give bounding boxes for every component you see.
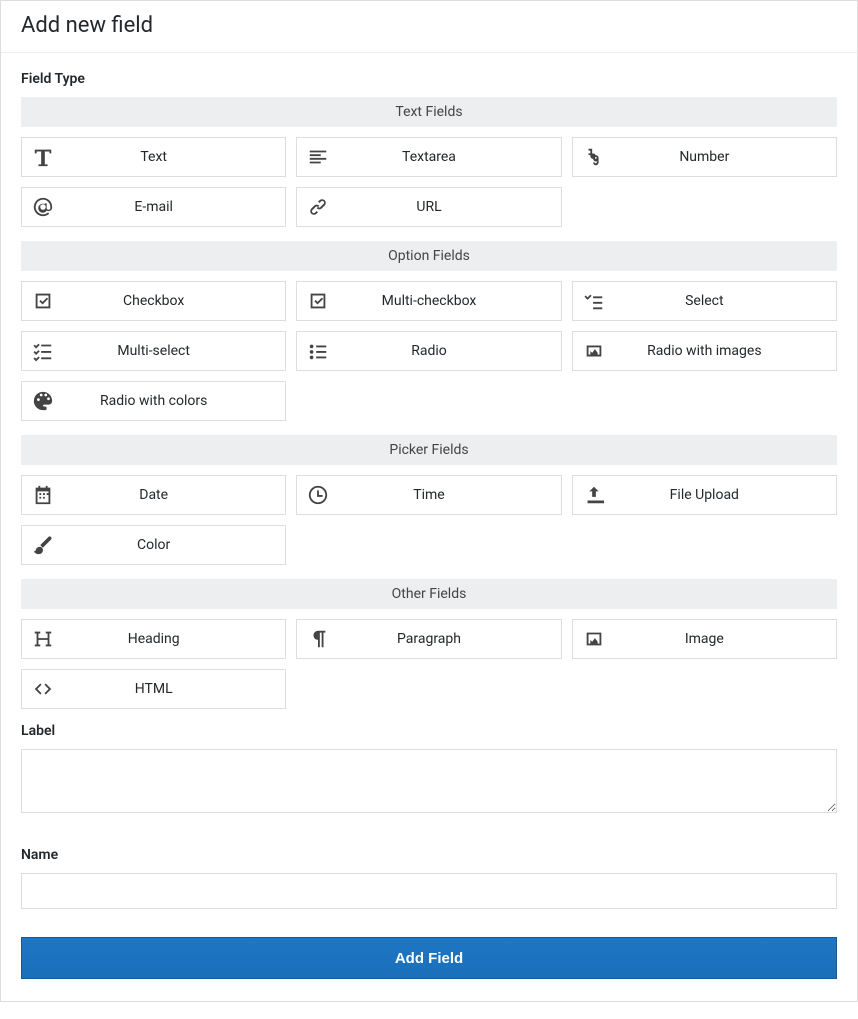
add-field-panel: Add new field Field Type Text Fields Text… [0,0,858,1002]
code-icon [22,678,64,700]
field-type-image[interactable]: Image [572,619,837,659]
tile-label: Date [64,487,285,503]
tile-label: Radio [339,343,560,359]
tile-label: Multi-checkbox [339,293,560,309]
field-type-email[interactable]: E-mail [21,187,286,227]
pilcrow-icon [297,628,339,650]
images-icon [573,340,615,362]
upload-icon [573,484,615,506]
name-input[interactable] [21,873,837,909]
panel-body: Field Type Text Fields Text Textarea Number… [1,53,857,1001]
tile-label: E-mail [64,199,285,215]
tile-label: URL [339,199,560,215]
brush-icon [22,534,64,556]
tile-label: Textarea [339,149,560,165]
field-type-date[interactable]: Date [21,475,286,515]
tile-label: Multi-select [64,343,285,359]
field-type-label: Field Type [21,71,837,87]
check-list-icon [573,290,615,312]
check-square-icon [22,290,64,312]
tile-label: Checkbox [64,293,285,309]
field-type-checkbox[interactable]: Checkbox [21,281,286,321]
tile-grid: Checkbox Multi-checkbox Select Multi-select… [21,281,837,421]
field-type-radio-with-colors[interactable]: Radio with colors [21,381,286,421]
tile-label: Number [615,149,836,165]
field-type-number[interactable]: Number [572,137,837,177]
field-type-multi-checkbox[interactable]: Multi-checkbox [296,281,561,321]
one-nine-icon [573,146,615,168]
tile-label: Image [615,631,836,647]
list-dot-icon [297,340,339,362]
heading-icon [22,628,64,650]
tile-grid: Heading Paragraph Image HTML [21,619,837,709]
clock-icon [297,484,339,506]
calendar-icon [22,484,64,506]
field-type-html[interactable]: HTML [21,669,286,709]
tile-label: Heading [64,631,285,647]
tile-label: File Upload [615,487,836,503]
panel-header: Add new field [1,1,857,53]
tile-label: Radio with images [615,343,836,359]
field-type-color[interactable]: Color [21,525,286,565]
name-field-label: Name [21,847,837,863]
align-left-icon [297,146,339,168]
font-icon [22,146,64,168]
field-type-select[interactable]: Select [572,281,837,321]
link-icon [297,196,339,218]
tile-label: Color [64,537,285,553]
field-type-heading[interactable]: Heading [21,619,286,659]
image-icon [573,628,615,650]
group-header: Text Fields [21,97,837,127]
tile-label: Radio with colors [64,393,285,409]
field-type-time[interactable]: Time [296,475,561,515]
field-type-text[interactable]: Text [21,137,286,177]
group-header: Other Fields [21,579,837,609]
field-type-multi-select[interactable]: Multi-select [21,331,286,371]
label-input[interactable] [21,749,837,813]
list-check-icon [22,340,64,362]
check-square-icon [297,290,339,312]
tile-label: Text [64,149,285,165]
tile-label: Time [339,487,560,503]
group-header: Option Fields [21,241,837,271]
field-type-paragraph[interactable]: Paragraph [296,619,561,659]
tile-label: HTML [64,681,285,697]
field-type-radio[interactable]: Radio [296,331,561,371]
field-type-textarea[interactable]: Textarea [296,137,561,177]
tile-label: Paragraph [339,631,560,647]
group-header: Picker Fields [21,435,837,465]
label-field-label: Label [21,723,837,739]
field-type-url[interactable]: URL [296,187,561,227]
at-icon [22,196,64,218]
field-type-file-upload[interactable]: File Upload [572,475,837,515]
tile-label: Select [615,293,836,309]
tile-grid: Text Textarea Number E-mail URL [21,137,837,227]
page-title: Add new field [21,13,837,38]
palette-icon [22,390,64,412]
field-type-radio-with-images[interactable]: Radio with images [572,331,837,371]
add-field-button[interactable]: Add Field [21,937,837,979]
tile-grid: Date Time File Upload Color [21,475,837,565]
